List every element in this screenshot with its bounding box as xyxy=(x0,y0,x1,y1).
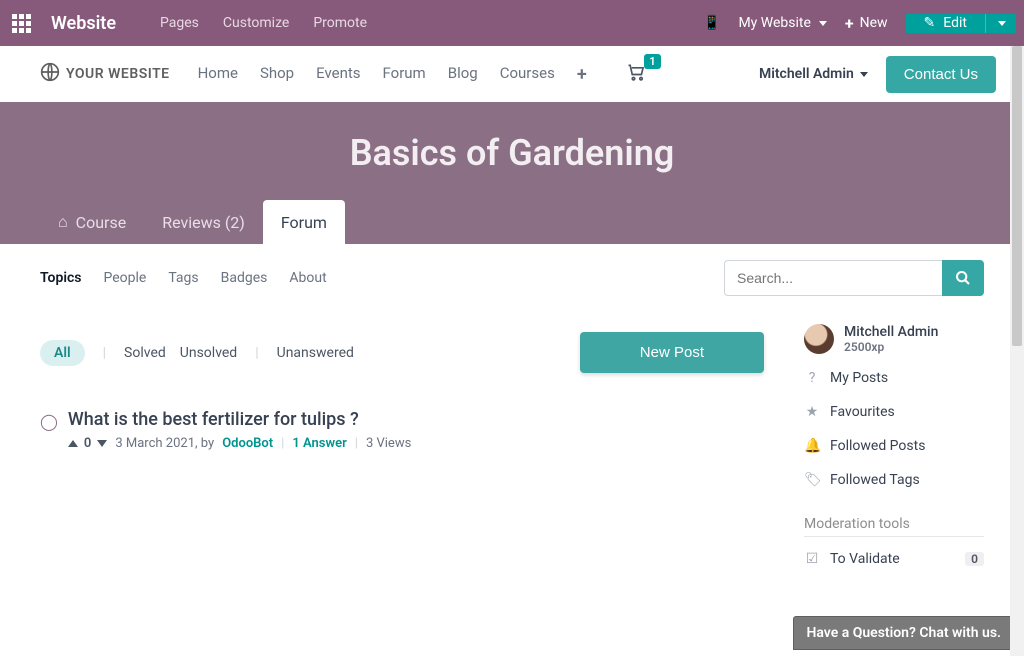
cart-button[interactable]: 1 xyxy=(625,62,647,86)
admin-brand[interactable]: Website xyxy=(51,13,116,34)
subtab-tags[interactable]: Tags xyxy=(168,270,198,286)
my-website-dropdown[interactable]: My Website xyxy=(738,15,826,31)
pencil-icon xyxy=(924,15,936,31)
sidebar-to-validate[interactable]: ☑ To Validate 0 xyxy=(804,551,984,567)
star-icon: ★ xyxy=(804,404,820,420)
search-button[interactable] xyxy=(942,260,984,296)
logo-text: YOUR WEBSITE xyxy=(66,66,170,82)
nav-add-icon[interactable]: + xyxy=(577,64,587,85)
nav-shop[interactable]: Shop xyxy=(260,64,294,85)
scrollbar-thumb[interactable] xyxy=(1012,46,1022,346)
admin-menu-customize[interactable]: Customize xyxy=(223,15,289,31)
tab-forum[interactable]: Forum xyxy=(263,200,345,244)
moderation-title: Moderation tools xyxy=(804,516,984,537)
cart-badge: 1 xyxy=(644,54,660,69)
user-dropdown[interactable]: Mitchell Admin xyxy=(759,66,868,82)
post-title[interactable]: What is the best fertilizer for tulips ? xyxy=(68,409,764,430)
post-views: 3 Views xyxy=(366,436,411,451)
new-button[interactable]: New xyxy=(845,14,888,33)
plus-icon xyxy=(845,14,854,33)
chat-widget[interactable]: Have a Question? Chat with us. xyxy=(793,616,1014,650)
filter-unsolved[interactable]: Unsolved xyxy=(180,345,237,361)
edit-dropdown[interactable] xyxy=(985,14,1016,33)
sidebar-my-posts[interactable]: ?My Posts xyxy=(804,370,984,386)
tab-reviews[interactable]: Reviews (2) xyxy=(144,200,263,244)
forum-subnav: Topics People Tags Badges About xyxy=(0,244,1024,312)
search-input[interactable] xyxy=(724,260,942,296)
sidebar-user-xp: 2500xp xyxy=(844,340,938,354)
globe-icon xyxy=(40,62,60,86)
sidebar: Mitchell Admin 2500xp ?My Posts ★Favouri… xyxy=(804,324,984,567)
hero: Basics of Gardening Course Reviews (2) F… xyxy=(0,102,1024,244)
sidebar-favourites[interactable]: ★Favourites xyxy=(804,404,984,420)
subtab-badges[interactable]: Badges xyxy=(221,270,268,286)
post-answers[interactable]: 1 Answer xyxy=(292,436,346,451)
to-validate-count: 0 xyxy=(965,552,984,566)
check-icon: ☑ xyxy=(804,551,820,567)
nav-forum[interactable]: Forum xyxy=(383,64,426,85)
admin-menu: Pages Customize Promote xyxy=(160,15,367,31)
vote-count: 0 xyxy=(84,436,91,451)
edit-button[interactable]: Edit xyxy=(906,14,985,33)
sidebar-followed-posts[interactable]: 🔔Followed Posts xyxy=(804,438,984,454)
admin-menu-promote[interactable]: Promote xyxy=(313,15,367,31)
question-icon: ? xyxy=(804,370,820,386)
subtab-people[interactable]: People xyxy=(103,270,146,286)
upvote-icon[interactable] xyxy=(68,440,78,447)
search-wrap xyxy=(724,260,984,296)
post-item: ◯ What is the best fertilizer for tulips… xyxy=(40,409,764,451)
course-tabs: Course Reviews (2) Forum xyxy=(0,200,1024,244)
admin-bar: Website Pages Customize Promote 📱 My Web… xyxy=(0,0,1024,46)
mobile-preview-icon[interactable]: 📱 xyxy=(703,15,720,31)
nav-courses[interactable]: Courses xyxy=(500,64,555,85)
vote-control: 0 xyxy=(68,436,107,451)
page-title: Basics of Gardening xyxy=(0,132,1024,200)
home-icon xyxy=(58,212,68,232)
nav-home[interactable]: Home xyxy=(198,64,238,85)
filter-unanswered[interactable]: Unanswered xyxy=(277,345,354,361)
nav-events[interactable]: Events xyxy=(316,64,360,85)
filters: All | Solved Unsolved | Unanswered xyxy=(40,340,354,366)
site-nav: YOUR WEBSITE Home Shop Events Forum Blog… xyxy=(0,46,1024,102)
subtab-topics[interactable]: Topics xyxy=(40,270,81,286)
tab-course[interactable]: Course xyxy=(40,200,144,244)
contact-us-button[interactable]: Contact Us xyxy=(886,56,996,93)
separator: | xyxy=(255,345,258,361)
post-date: 3 March 2021, by xyxy=(115,436,214,451)
bell-icon: 🔔 xyxy=(804,438,820,454)
sidebar-user[interactable]: Mitchell Admin 2500xp xyxy=(804,324,984,354)
scrollbar[interactable] xyxy=(1010,46,1024,656)
sidebar-user-name: Mitchell Admin xyxy=(844,324,938,340)
discussion-icon: ◯ xyxy=(40,412,58,451)
filter-all[interactable]: All xyxy=(40,340,85,366)
filter-solved[interactable]: Solved xyxy=(124,345,166,361)
site-logo[interactable]: YOUR WEBSITE xyxy=(40,62,170,86)
content-left: All | Solved Unsolved | Unanswered New P… xyxy=(40,312,764,567)
separator: | xyxy=(103,345,106,361)
sidebar-links: ?My Posts ★Favourites 🔔Followed Posts 🏷F… xyxy=(804,370,984,488)
sidebar-followed-tags[interactable]: 🏷Followed Tags xyxy=(804,472,984,488)
apps-icon[interactable] xyxy=(8,10,35,37)
admin-menu-pages[interactable]: Pages xyxy=(160,15,199,31)
post-meta: 0 3 March 2021, by OdooBot | 1 Answer | … xyxy=(68,436,764,451)
post-author[interactable]: OdooBot xyxy=(222,436,273,451)
nav-blog[interactable]: Blog xyxy=(448,64,478,85)
tag-icon: 🏷 xyxy=(804,472,820,488)
edit-area: Edit xyxy=(906,14,1016,33)
site-menu: Home Shop Events Forum Blog Courses + xyxy=(198,64,587,85)
main: All | Solved Unsolved | Unanswered New P… xyxy=(0,312,1024,567)
new-post-button[interactable]: New Post xyxy=(580,332,764,373)
downvote-icon[interactable] xyxy=(97,440,107,447)
sub-tabs: Topics People Tags Badges About xyxy=(40,270,327,286)
avatar xyxy=(804,324,834,354)
subtab-about[interactable]: About xyxy=(289,270,326,286)
filter-row: All | Solved Unsolved | Unanswered New P… xyxy=(40,332,764,373)
